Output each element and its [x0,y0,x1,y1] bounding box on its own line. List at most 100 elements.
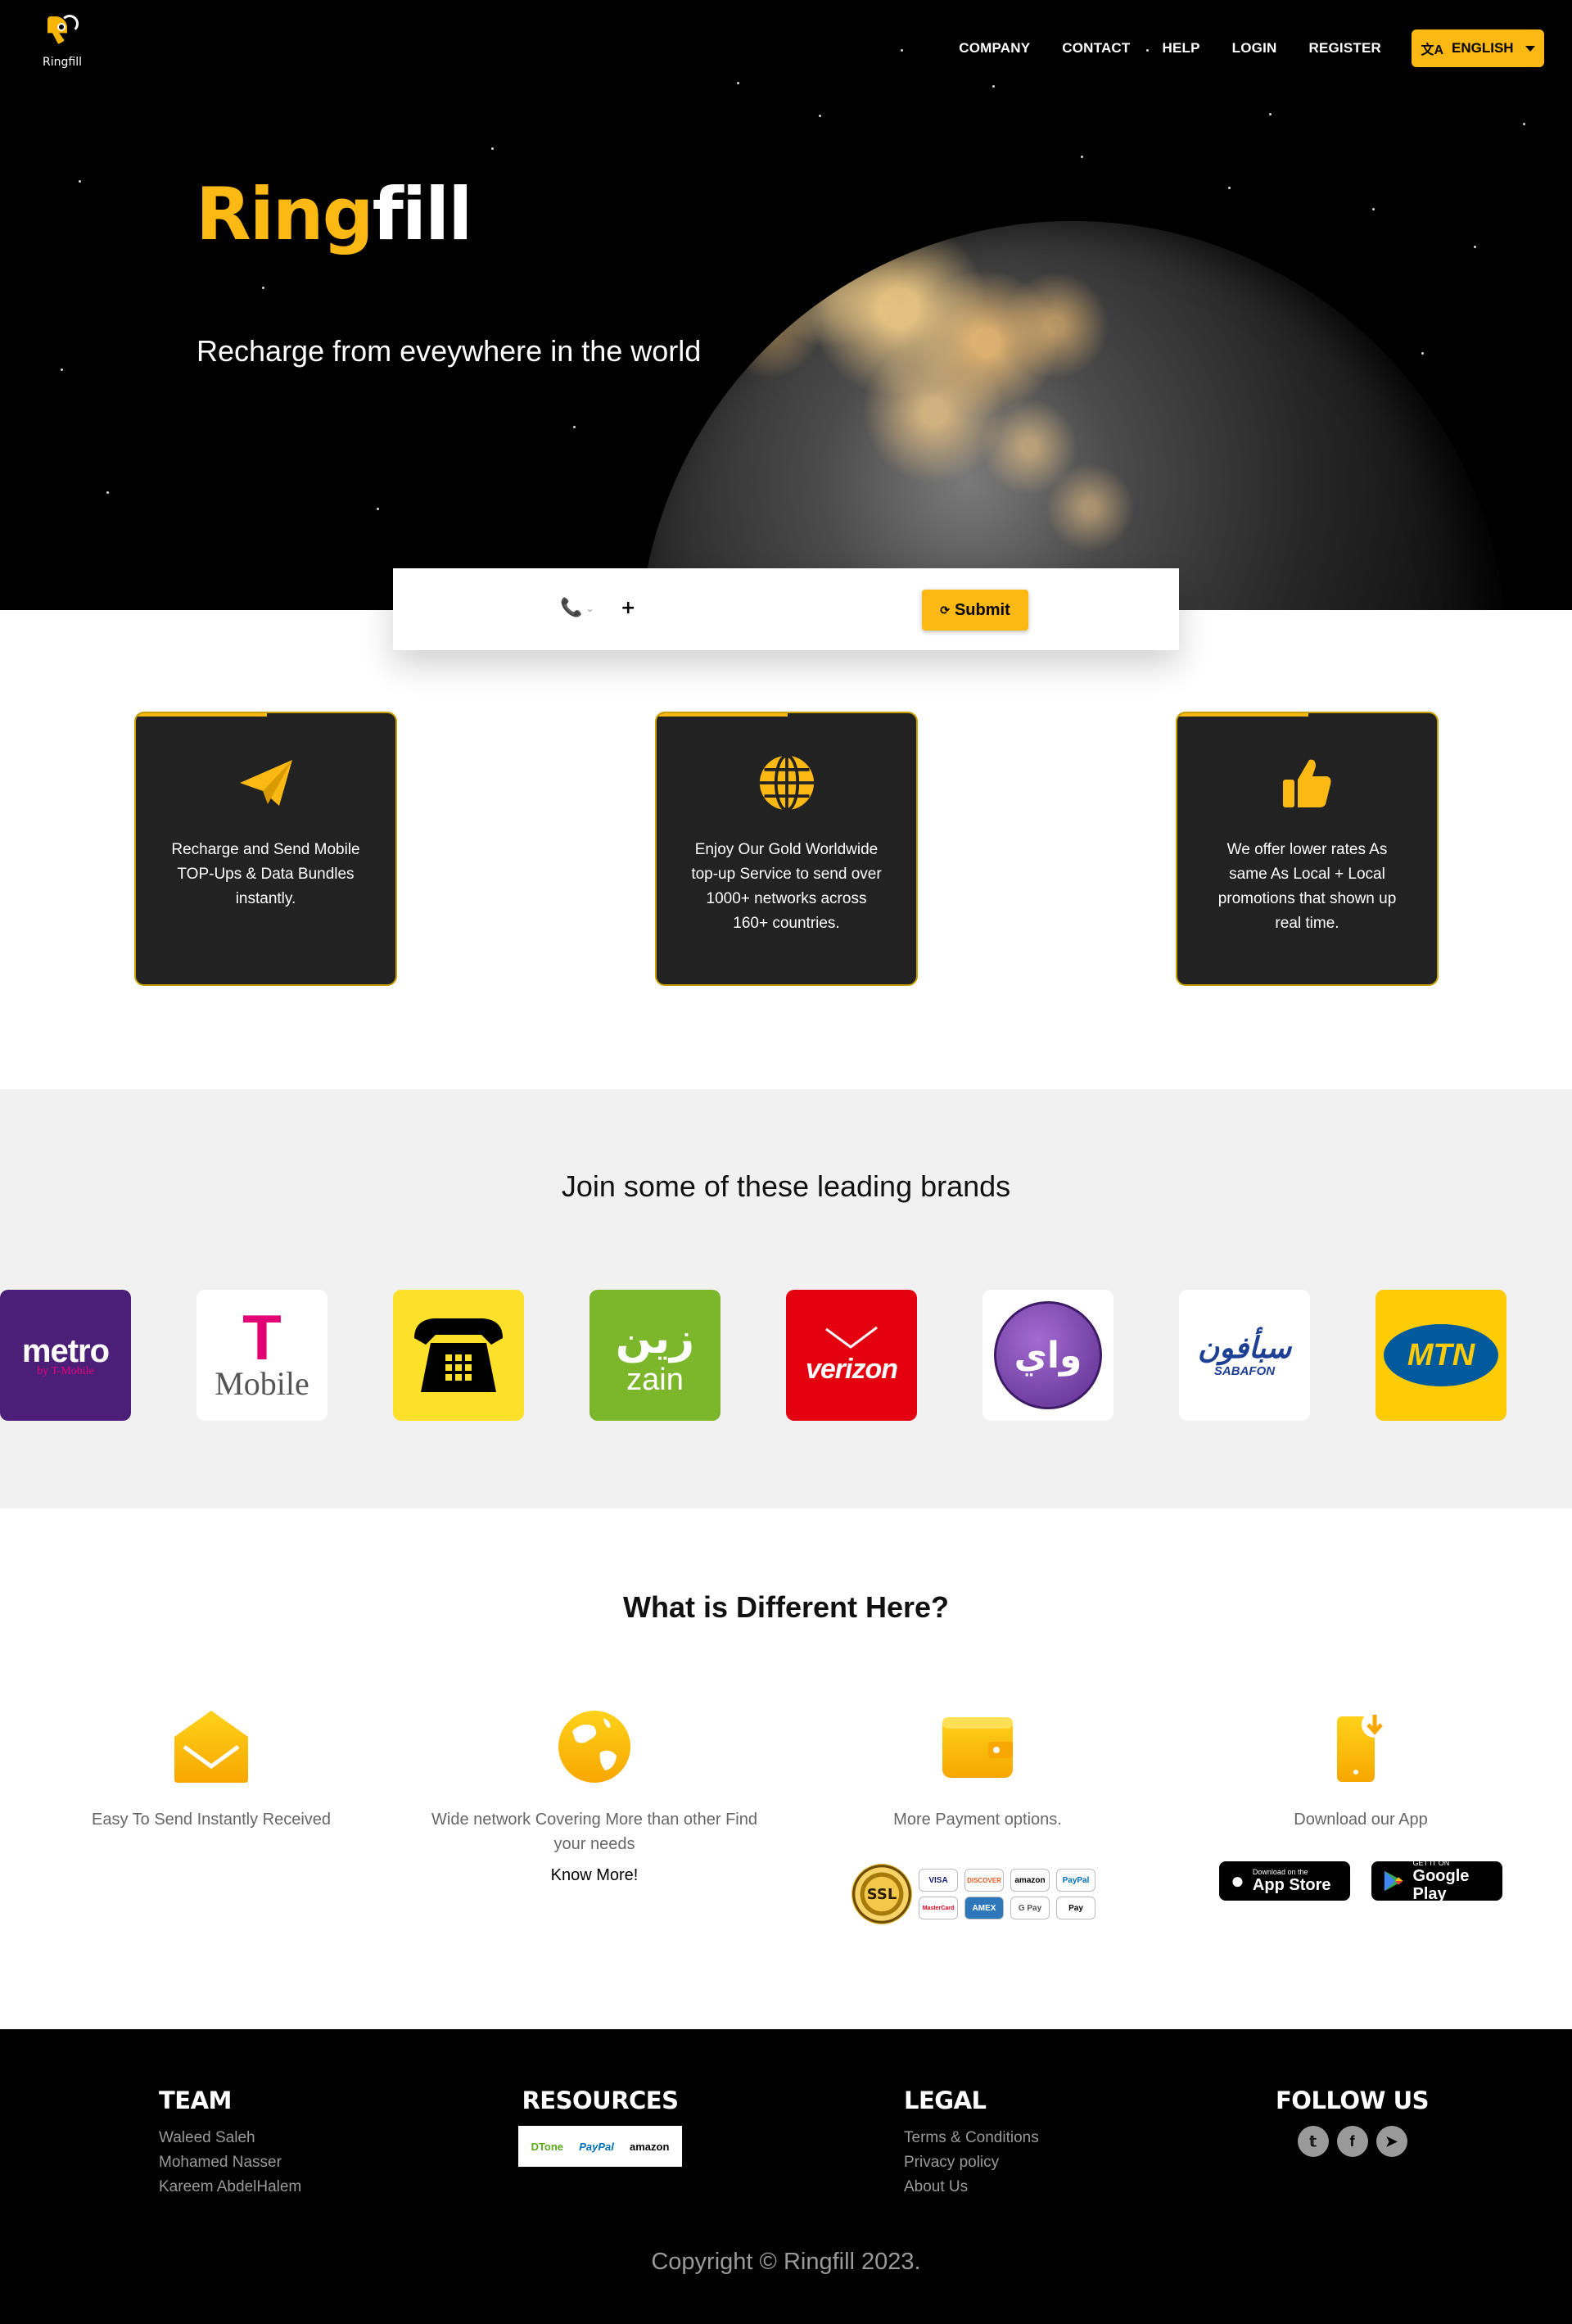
google-play-icon [1384,1870,1403,1892]
brand-logo-verizon: verizon [786,1290,917,1421]
twitter-icon[interactable]: 𝕥 [1297,2126,1329,2157]
thumbs-up-icon [1279,756,1336,810]
apple-pay-icon: Pay [1056,1897,1095,1919]
different-item-payment: More Payment options. [806,1707,1150,1832]
team-member: Kareem AbdelHalem [159,2178,302,2195]
language-select[interactable]: 文A ENGLISH [1412,29,1544,67]
know-more-link[interactable]: Know More! [422,1866,766,1885]
nav-company[interactable]: COMPANY [959,40,1030,57]
brands-title: Join some of these leading brands [561,1169,1011,1203]
star [1081,156,1083,158]
chevron-down-icon: ⌄ [585,602,594,614]
google-pay-icon: G Pay [1010,1897,1050,1919]
footer-follow-title: FOLLOW US [1276,2087,1430,2114]
brand-logo-metro: metro by T-Mobile [0,1290,131,1421]
resources-partners-image: DTone PayPal amazon [518,2126,682,2167]
caret-down-icon [1525,45,1535,52]
footer-legal: LEGAL Terms & Conditions Privacy policy … [904,2087,1039,2200]
recharge-form: 📞 ⌄ + ⟳ Submit [393,568,1179,650]
logo-text: Ringfill [43,56,82,69]
feature-card-worldwide: Enjoy Our Gold Worldwide top-up Service … [655,712,918,986]
payment-methods: SSL VISA DISCOVER amazon PayPal MasterCa… [852,1864,1097,1924]
amazon-pay-icon: amazon [1010,1869,1050,1892]
brand-logo-y: واي [982,1290,1114,1421]
different-title: What is Different Here? [622,1590,950,1624]
brand-logo-zain: زين zain [590,1290,720,1421]
footer-follow: FOLLOW US 𝕥 f ➤ [1276,2087,1430,2157]
footer-resources-title: RESOURCES [522,2087,679,2114]
logo[interactable]: Ringfill [38,13,87,69]
app-store-button[interactable]: ● Download on the App Store [1219,1861,1350,1901]
hero-title: Ringfill [196,172,472,256]
different-label: Wide network Covering More than other Fi… [431,1811,757,1853]
language-label: ENGLISH [1452,40,1514,56]
privacy-link[interactable]: Privacy policy [904,2150,1039,2175]
nav-help[interactable]: HELP [1163,40,1200,57]
wallet-icon [938,1707,1017,1786]
visa-card-icon: VISA [919,1869,958,1892]
different-label: Download our App [1294,1811,1428,1829]
discover-card-icon: DISCOVER [964,1869,1004,1892]
nav-register[interactable]: REGISTER [1308,40,1381,57]
footer-resources: RESOURCES DTone PayPal amazon [518,2087,682,2167]
translate-icon: 文A [1421,43,1443,57]
star [106,491,109,494]
about-link[interactable]: About Us [904,2175,1039,2200]
page: Ringfill COMPANY CONTACT HELP LOGIN REGI… [0,0,1572,2324]
star [61,368,63,371]
ringfill-logo-icon [46,13,79,54]
brand-logo-mtn: MTN [1376,1290,1506,1421]
different-label: Easy To Send Instantly Received [91,1811,332,1829]
star [1269,113,1272,115]
brand-logo-sabafon: سبأفون SABAFON [1179,1290,1310,1421]
feature-text: Enjoy Our Gold Worldwide top-up Service … [691,841,882,932]
submit-button[interactable]: ⟳ Submit [922,590,1028,631]
footer-team-title: TEAM [159,2087,232,2114]
google-play-button[interactable]: GET IT ON Google Play [1371,1859,1502,1903]
telephone-icon [414,1318,503,1392]
star [992,85,995,88]
feature-text: We offer lower rates As same As Local + … [1217,841,1397,932]
feature-card-rates: We offer lower rates As same As Local + … [1176,712,1439,986]
facebook-icon[interactable]: f [1336,2126,1368,2157]
star [573,426,576,428]
star [1372,208,1375,210]
feature-text: Recharge and Send Mobile TOP-Ups & Data … [171,841,360,907]
mastercard-icon: MasterCard [919,1897,958,1919]
feature-card-recharge: Recharge and Send Mobile TOP-Ups & Data … [134,712,397,986]
brand-logo-tmobile: T Mobile [196,1290,328,1421]
earth-globe-image [639,221,1506,610]
amex-card-icon: AMEX [964,1897,1004,1919]
paypal-icon: PayPal [1056,1869,1095,1892]
star [737,82,739,84]
ssl-seal: SSL [852,1864,912,1924]
telegram-icon[interactable]: ➤ [1376,2126,1407,2157]
star [491,147,494,150]
envelope-open-icon [172,1707,251,1786]
different-item-network: Wide network Covering More than other Fi… [422,1707,766,1885]
hero-section: Ringfill COMPANY CONTACT HELP LOGIN REGI… [0,0,1572,610]
recharge-icon: ⟳ [940,603,950,617]
earth-icon [555,1707,634,1786]
terms-link[interactable]: Terms & Conditions [904,2126,1039,2150]
footer-legal-title: LEGAL [904,2087,987,2114]
phone-prefix: + [621,598,636,618]
country-code-select[interactable]: 📞 ⌄ [560,598,594,618]
submit-label: Submit [954,600,1010,619]
team-member: Waleed Saleh [159,2129,255,2146]
phone-globe-icon: 📞 [560,598,583,618]
nav-login[interactable]: LOGIN [1232,40,1277,57]
brand-logo-telephone [393,1290,524,1421]
copyright: Copyright © Ringfill 2023. [651,2249,921,2275]
star [377,508,379,510]
apple-icon: ● [1231,1868,1244,1893]
star [1523,123,1525,125]
different-item-send: Easy To Send Instantly Received [39,1707,383,1832]
nav-contact[interactable]: CONTACT [1062,40,1130,57]
footer-team: TEAM Waleed Saleh Mohamed Nasser Kareem … [159,2087,301,2200]
brands-section: Join some of these leading brands metro … [0,1089,1572,1508]
footer: TEAM Waleed Saleh Mohamed Nasser Kareem … [0,2029,1572,2324]
social-links: 𝕥 f ➤ [1276,2126,1429,2157]
star [262,287,264,289]
phone-number-input[interactable] [639,593,884,626]
